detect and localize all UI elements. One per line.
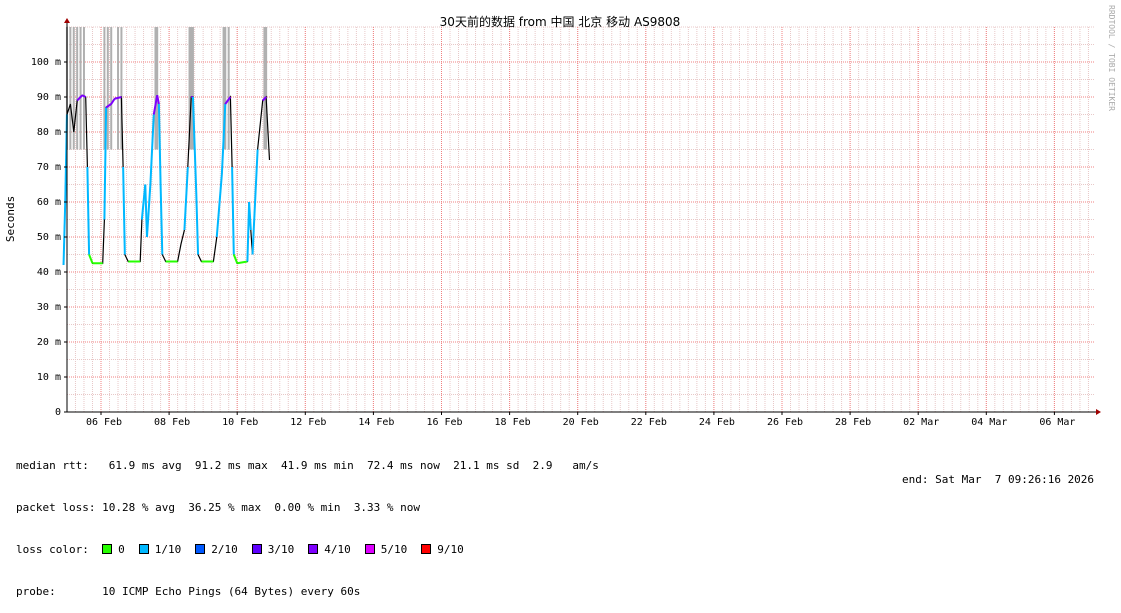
packet-loss-label: packet loss: [16,501,96,514]
loss-color-value: 3/10 [267,543,295,556]
x-tick-label: 08 Feb [154,417,190,428]
median-rtt-max: 91.2 ms max [194,459,268,472]
x-tick-labels: 06 Feb 08 Feb 10 Feb 12 Feb 14 Feb 16 Feb 18 F… [86,412,1075,428]
rtt-segment [237,260,248,265]
x-tick-label: 06 Mar [1039,417,1075,428]
chart-title: 30天前的数据 from 中国 北京 移动 AS9808 [440,14,681,29]
x-tick-label: 12 Feb [290,417,326,428]
packet-loss-min: 0.00 % min [274,501,341,514]
rtt-segment [231,166,235,255]
packet-loss-avg: 10.28 % avg [102,501,175,514]
packet-loss-now: 3.33 % now [353,501,421,514]
loss-color-item: 3/10 [251,543,295,556]
rtt-segment [215,173,223,238]
loss-color-item: 2/10 [195,543,238,556]
rtt-segment [157,103,162,185]
loss-color-item: 9/10 [421,543,464,556]
loss-color-value: 9/10 [437,543,464,556]
y-axis-arrow [64,18,70,23]
loss-color-item: 1/10 [138,543,182,556]
loss-color-swatch [308,544,319,554]
loss-color-item: 5/10 [364,543,408,556]
rtt-segment [232,254,239,264]
median-rtt-avg: 61.9 ms avg [108,459,182,472]
probe-text: 10 ICMP Echo Pings (64 Bytes) every 60s [102,585,361,598]
loss-color-value: 5/10 [380,543,408,556]
loss-color-item: 4/10 [308,543,351,556]
y-tick-label: 50 m [37,232,61,243]
y-tick-label: 40 m [37,267,61,278]
y-tick-label: 90 m [37,92,61,103]
loss-color-swatch [102,544,113,554]
x-tick-label: 26 Feb [767,417,803,428]
chart: 0 10 m 20 m 30 m 40 m 50 m 60 m 70 m 80 m 90 m 100… [4,5,1116,428]
median-rtt-sd: 21.1 ms sd [453,459,520,472]
watermark: RRDTOOL / TOBI OETIKER [1107,5,1116,111]
minor-grid [67,26,1094,412]
y-tick-label: 20 m [37,337,61,348]
loss-color-swatch [195,544,206,554]
x-tick-label: 24 Feb [699,417,735,428]
y-axis-label: Seconds [4,196,17,242]
loss-color-value: 0 [118,543,125,556]
loss-color-item: 0 [102,543,125,556]
y-tick-label: 10 m [37,372,61,383]
x-tick-label: 28 Feb [835,417,871,428]
loss-color-items: 0 1/10 2/10 3/10 4/10 5/10 9/10 [102,543,478,556]
y-tick-label: 60 m [37,197,61,208]
rtt-segment [62,201,67,266]
rtt-segment [183,166,189,231]
rtt-segment [86,166,91,255]
x-tick-label: 18 Feb [495,417,531,428]
rtt-line [62,94,271,266]
rtt-segment [81,94,87,98]
loss-color-swatch [364,544,375,554]
y-tick-label: 100 m [31,57,61,68]
loss-color-value: 1/10 [154,543,182,556]
x-tick-label: 10 Feb [222,417,258,428]
legend: median rtt: 61.9 ms avg 91.2 ms max 41.9… [16,431,599,613]
y-tick-label: 80 m [37,127,61,138]
x-axis-arrow [1096,409,1101,415]
rtt-segment [88,254,94,264]
x-tick-label: 06 Feb [86,417,122,428]
x-tick-label: 22 Feb [631,417,667,428]
loss-color-swatch [138,544,149,554]
rtt-segment [122,166,126,255]
median-rtt-now: 72.4 ms now [367,459,440,472]
loss-color-row: loss color: 0 1/10 2/10 3/10 4/10 5/10 9/10 [16,543,599,557]
axes [64,18,1101,415]
y-tick-labels: 0 10 m 20 m 30 m 40 m 50 m 60 m 70 m 80 m 90 m 100… [31,57,67,418]
x-tick-label: 14 Feb [358,417,394,428]
rtt-segment [145,184,152,238]
x-tick-label: 02 Mar [903,417,939,428]
end-time: end: Sat Mar 7 09:26:16 2026 [902,473,1095,486]
y-tick-label: 30 m [37,302,61,313]
median-rtt-min: 41.9 ms min [280,459,354,472]
loss-color-swatch [421,544,432,554]
y-tick-label: 70 m [37,162,61,173]
packet-loss-max: 36.25 % max [188,501,262,514]
loss-color-swatch [251,544,262,554]
y-tick-label: 0 [55,407,61,418]
loss-color-value: 2/10 [211,543,238,556]
loss-color-label: loss color: [16,543,89,556]
median-rtt-ams: 2.9 am/s [532,459,599,472]
probe-label: probe: [16,585,56,598]
packet-loss-row: packet loss: 10.28 % avg 36.25 % max 0.0… [16,501,599,515]
rtt-series [62,94,271,266]
median-rtt-label: median rtt: [16,459,89,472]
x-tick-label: 04 Mar [971,417,1007,428]
loss-color-value: 4/10 [324,543,351,556]
loss-spikes [65,27,268,150]
x-tick-label: 16 Feb [426,417,462,428]
probe-row: probe: 10 ICMP Echo Pings (64 Bytes) eve… [16,585,599,599]
median-rtt-row: median rtt: 61.9 ms avg 91.2 ms max 41.9… [16,459,599,473]
x-tick-label: 20 Feb [563,417,599,428]
rtt-segment [195,194,200,255]
